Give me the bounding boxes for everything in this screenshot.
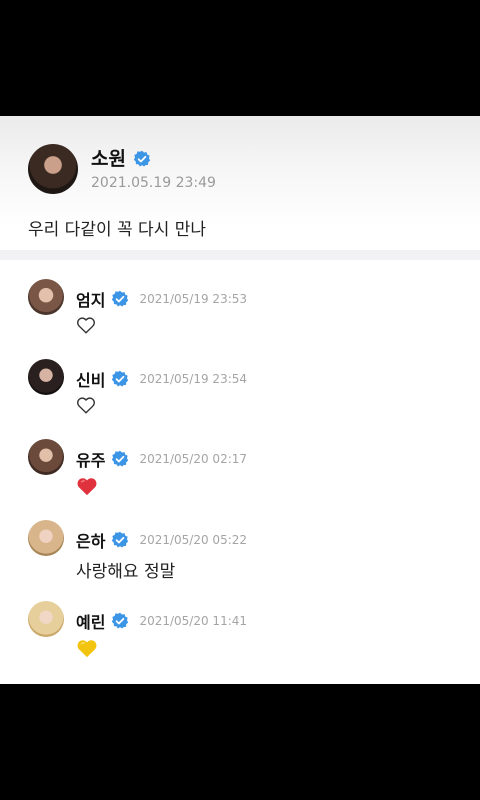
- commenter-avatar[interactable]: [28, 279, 64, 315]
- comment-timestamp: 2021/05/19 23:53: [139, 292, 248, 306]
- comment-header: 엄지 2021/05/19 23:53: [76, 287, 247, 311]
- post-author-avatar[interactable]: [28, 144, 78, 194]
- verified-badge-icon: [112, 450, 129, 467]
- commenter-avatar[interactable]: [28, 520, 64, 556]
- comment-content: [76, 476, 98, 496]
- comment-text: 사랑해요 정말: [76, 562, 176, 582]
- comment-item: 예린 2021/05/20 11:41: [0, 601, 480, 681]
- verified-badge-icon: [112, 370, 129, 387]
- comment-header: 신비 2021/05/19 23:54: [76, 367, 247, 391]
- comment-timestamp: 2021/05/20 02:17: [139, 452, 248, 466]
- verified-badge-icon: [112, 531, 129, 548]
- outline-heart-icon: [77, 317, 95, 334]
- comment-content: [76, 396, 96, 414]
- post-author-name[interactable]: 소원: [91, 148, 126, 170]
- commenter-avatar[interactable]: [28, 439, 64, 475]
- commenter-avatar[interactable]: [28, 359, 64, 395]
- comment-item: 유주 2021/05/20 02:17: [0, 439, 480, 519]
- commenter-name[interactable]: 엄지: [76, 287, 105, 311]
- section-divider: [0, 250, 480, 260]
- comment-header: 예린 2021/05/20 11:41: [76, 609, 247, 633]
- post-text: 우리 다같이 꼭 다시 만나: [28, 220, 207, 240]
- comment-header: 은하 2021/05/20 05:22: [76, 528, 247, 552]
- comment-timestamp: 2021/05/20 11:41: [139, 614, 248, 628]
- commenter-avatar[interactable]: [28, 601, 64, 637]
- comment-content: [76, 638, 98, 658]
- commenter-name[interactable]: 은하: [76, 528, 105, 552]
- comment-timestamp: 2021/05/19 23:54: [139, 372, 248, 386]
- post-header: 소원 2021.05.19 23:49 우리 다같이 꼭 다시 만나: [0, 116, 480, 250]
- red-heart-icon: [77, 478, 97, 496]
- verified-badge-icon: [133, 150, 151, 167]
- post-author[interactable]: 소원: [91, 148, 151, 170]
- comment-item: 엄지 2021/05/19 23:53: [0, 279, 480, 359]
- verified-badge-icon: [112, 290, 129, 307]
- comment-content: [76, 316, 96, 334]
- comment-item: 신비 2021/05/19 23:54: [0, 359, 480, 439]
- comment-timestamp: 2021/05/20 05:22: [139, 533, 248, 547]
- commenter-name[interactable]: 신비: [76, 367, 105, 391]
- post-card: 소원 2021.05.19 23:49 우리 다같이 꼭 다시 만나 엄지 20…: [0, 116, 480, 684]
- comment-item: 은하 2021/05/20 05:22 사랑해요 정말: [0, 520, 480, 600]
- yellow-heart-icon: [77, 640, 97, 658]
- outline-heart-icon: [77, 397, 95, 414]
- commenter-name[interactable]: 유주: [76, 447, 105, 471]
- verified-badge-icon: [112, 612, 129, 629]
- post-timestamp: 2021.05.19 23:49: [91, 175, 216, 191]
- comment-header: 유주 2021/05/20 02:17: [76, 447, 247, 471]
- commenter-name[interactable]: 예린: [76, 609, 105, 633]
